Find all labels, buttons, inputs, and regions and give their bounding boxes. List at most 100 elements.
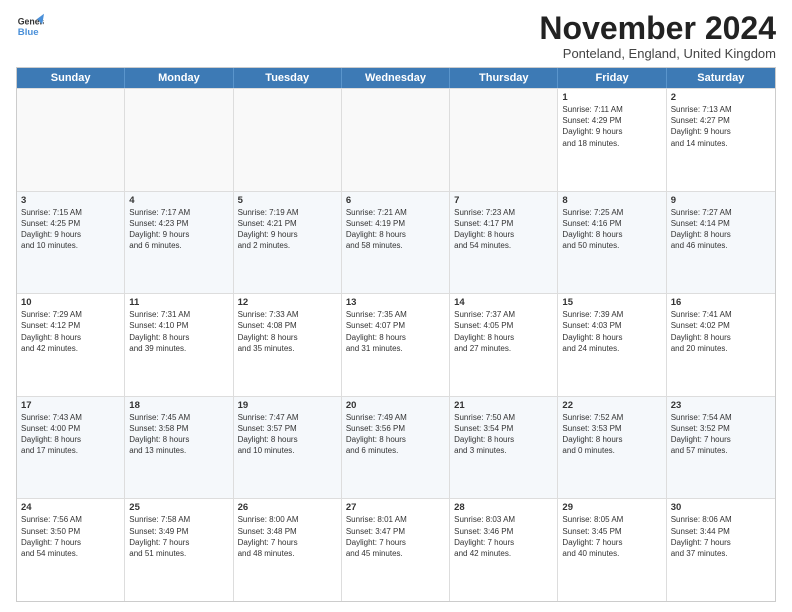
day-number: 30 — [671, 502, 771, 513]
header-cell-wednesday: Wednesday — [342, 68, 450, 88]
day-info: Sunrise: 7:56 AM Sunset: 3:50 PM Dayligh… — [21, 514, 120, 559]
calendar-cell-16: 16Sunrise: 7:41 AM Sunset: 4:02 PM Dayli… — [667, 294, 775, 396]
day-info: Sunrise: 7:13 AM Sunset: 4:27 PM Dayligh… — [671, 104, 771, 149]
day-info: Sunrise: 7:11 AM Sunset: 4:29 PM Dayligh… — [562, 104, 661, 149]
calendar-cell-5: 5Sunrise: 7:19 AM Sunset: 4:21 PM Daylig… — [234, 192, 342, 294]
day-number: 6 — [346, 195, 445, 206]
day-info: Sunrise: 7:15 AM Sunset: 4:25 PM Dayligh… — [21, 207, 120, 252]
day-number: 10 — [21, 297, 120, 308]
day-info: Sunrise: 7:17 AM Sunset: 4:23 PM Dayligh… — [129, 207, 228, 252]
header-cell-tuesday: Tuesday — [234, 68, 342, 88]
day-info: Sunrise: 7:52 AM Sunset: 3:53 PM Dayligh… — [562, 412, 661, 457]
calendar-cell-24: 24Sunrise: 7:56 AM Sunset: 3:50 PM Dayli… — [17, 499, 125, 601]
calendar-cell-10: 10Sunrise: 7:29 AM Sunset: 4:12 PM Dayli… — [17, 294, 125, 396]
day-number: 11 — [129, 297, 228, 308]
day-number: 13 — [346, 297, 445, 308]
header-cell-thursday: Thursday — [450, 68, 558, 88]
day-info: Sunrise: 7:50 AM Sunset: 3:54 PM Dayligh… — [454, 412, 553, 457]
day-number: 17 — [21, 400, 120, 411]
calendar-header: SundayMondayTuesdayWednesdayThursdayFrid… — [17, 68, 775, 88]
calendar-cell-29: 29Sunrise: 8:05 AM Sunset: 3:45 PM Dayli… — [558, 499, 666, 601]
header-cell-saturday: Saturday — [667, 68, 775, 88]
day-number: 21 — [454, 400, 553, 411]
day-info: Sunrise: 8:00 AM Sunset: 3:48 PM Dayligh… — [238, 514, 337, 559]
calendar-cell-14: 14Sunrise: 7:37 AM Sunset: 4:05 PM Dayli… — [450, 294, 558, 396]
calendar-body: 1Sunrise: 7:11 AM Sunset: 4:29 PM Daylig… — [17, 88, 775, 601]
month-title: November 2024 — [539, 12, 776, 44]
calendar-cell-empty — [234, 89, 342, 191]
logo: General Blue — [16, 12, 44, 40]
calendar: SundayMondayTuesdayWednesdayThursdayFrid… — [16, 67, 776, 602]
day-number: 22 — [562, 400, 661, 411]
day-info: Sunrise: 7:27 AM Sunset: 4:14 PM Dayligh… — [671, 207, 771, 252]
calendar-cell-13: 13Sunrise: 7:35 AM Sunset: 4:07 PM Dayli… — [342, 294, 450, 396]
calendar-cell-6: 6Sunrise: 7:21 AM Sunset: 4:19 PM Daylig… — [342, 192, 450, 294]
calendar-cell-11: 11Sunrise: 7:31 AM Sunset: 4:10 PM Dayli… — [125, 294, 233, 396]
day-number: 3 — [21, 195, 120, 206]
header-cell-sunday: Sunday — [17, 68, 125, 88]
calendar-cell-12: 12Sunrise: 7:33 AM Sunset: 4:08 PM Dayli… — [234, 294, 342, 396]
calendar-cell-2: 2Sunrise: 7:13 AM Sunset: 4:27 PM Daylig… — [667, 89, 775, 191]
day-info: Sunrise: 7:33 AM Sunset: 4:08 PM Dayligh… — [238, 309, 337, 354]
calendar-cell-empty — [342, 89, 450, 191]
day-number: 16 — [671, 297, 771, 308]
day-info: Sunrise: 8:03 AM Sunset: 3:46 PM Dayligh… — [454, 514, 553, 559]
day-number: 5 — [238, 195, 337, 206]
page: General Blue November 2024 Ponteland, En… — [0, 0, 792, 612]
day-number: 25 — [129, 502, 228, 513]
calendar-cell-17: 17Sunrise: 7:43 AM Sunset: 4:00 PM Dayli… — [17, 397, 125, 499]
day-info: Sunrise: 7:41 AM Sunset: 4:02 PM Dayligh… — [671, 309, 771, 354]
calendar-week-1: 3Sunrise: 7:15 AM Sunset: 4:25 PM Daylig… — [17, 191, 775, 294]
day-info: Sunrise: 7:58 AM Sunset: 3:49 PM Dayligh… — [129, 514, 228, 559]
day-info: Sunrise: 7:54 AM Sunset: 3:52 PM Dayligh… — [671, 412, 771, 457]
calendar-cell-4: 4Sunrise: 7:17 AM Sunset: 4:23 PM Daylig… — [125, 192, 233, 294]
calendar-cell-25: 25Sunrise: 7:58 AM Sunset: 3:49 PM Dayli… — [125, 499, 233, 601]
day-number: 18 — [129, 400, 228, 411]
calendar-cell-18: 18Sunrise: 7:45 AM Sunset: 3:58 PM Dayli… — [125, 397, 233, 499]
day-number: 12 — [238, 297, 337, 308]
day-number: 2 — [671, 92, 771, 103]
location: Ponteland, England, United Kingdom — [539, 46, 776, 61]
day-info: Sunrise: 8:01 AM Sunset: 3:47 PM Dayligh… — [346, 514, 445, 559]
svg-text:Blue: Blue — [18, 27, 39, 38]
day-number: 4 — [129, 195, 228, 206]
calendar-cell-empty — [17, 89, 125, 191]
calendar-cell-22: 22Sunrise: 7:52 AM Sunset: 3:53 PM Dayli… — [558, 397, 666, 499]
day-info: Sunrise: 7:21 AM Sunset: 4:19 PM Dayligh… — [346, 207, 445, 252]
day-info: Sunrise: 7:19 AM Sunset: 4:21 PM Dayligh… — [238, 207, 337, 252]
calendar-cell-27: 27Sunrise: 8:01 AM Sunset: 3:47 PM Dayli… — [342, 499, 450, 601]
calendar-week-4: 24Sunrise: 7:56 AM Sunset: 3:50 PM Dayli… — [17, 498, 775, 601]
calendar-cell-3: 3Sunrise: 7:15 AM Sunset: 4:25 PM Daylig… — [17, 192, 125, 294]
day-info: Sunrise: 7:23 AM Sunset: 4:17 PM Dayligh… — [454, 207, 553, 252]
calendar-cell-empty — [450, 89, 558, 191]
calendar-cell-21: 21Sunrise: 7:50 AM Sunset: 3:54 PM Dayli… — [450, 397, 558, 499]
day-number: 29 — [562, 502, 661, 513]
calendar-cell-8: 8Sunrise: 7:25 AM Sunset: 4:16 PM Daylig… — [558, 192, 666, 294]
day-number: 19 — [238, 400, 337, 411]
calendar-cell-15: 15Sunrise: 7:39 AM Sunset: 4:03 PM Dayli… — [558, 294, 666, 396]
calendar-week-2: 10Sunrise: 7:29 AM Sunset: 4:12 PM Dayli… — [17, 293, 775, 396]
day-info: Sunrise: 7:25 AM Sunset: 4:16 PM Dayligh… — [562, 207, 661, 252]
day-number: 23 — [671, 400, 771, 411]
calendar-cell-19: 19Sunrise: 7:47 AM Sunset: 3:57 PM Dayli… — [234, 397, 342, 499]
day-number: 27 — [346, 502, 445, 513]
day-info: Sunrise: 7:31 AM Sunset: 4:10 PM Dayligh… — [129, 309, 228, 354]
calendar-week-3: 17Sunrise: 7:43 AM Sunset: 4:00 PM Dayli… — [17, 396, 775, 499]
day-info: Sunrise: 8:05 AM Sunset: 3:45 PM Dayligh… — [562, 514, 661, 559]
header: General Blue November 2024 Ponteland, En… — [16, 12, 776, 61]
day-number: 26 — [238, 502, 337, 513]
day-info: Sunrise: 7:43 AM Sunset: 4:00 PM Dayligh… — [21, 412, 120, 457]
day-number: 14 — [454, 297, 553, 308]
calendar-cell-empty — [125, 89, 233, 191]
day-info: Sunrise: 7:29 AM Sunset: 4:12 PM Dayligh… — [21, 309, 120, 354]
calendar-cell-1: 1Sunrise: 7:11 AM Sunset: 4:29 PM Daylig… — [558, 89, 666, 191]
calendar-week-0: 1Sunrise: 7:11 AM Sunset: 4:29 PM Daylig… — [17, 88, 775, 191]
day-info: Sunrise: 7:49 AM Sunset: 3:56 PM Dayligh… — [346, 412, 445, 457]
day-number: 7 — [454, 195, 553, 206]
day-number: 1 — [562, 92, 661, 103]
calendar-cell-20: 20Sunrise: 7:49 AM Sunset: 3:56 PM Dayli… — [342, 397, 450, 499]
title-block: November 2024 Ponteland, England, United… — [539, 12, 776, 61]
calendar-cell-28: 28Sunrise: 8:03 AM Sunset: 3:46 PM Dayli… — [450, 499, 558, 601]
day-info: Sunrise: 7:37 AM Sunset: 4:05 PM Dayligh… — [454, 309, 553, 354]
day-info: Sunrise: 7:39 AM Sunset: 4:03 PM Dayligh… — [562, 309, 661, 354]
